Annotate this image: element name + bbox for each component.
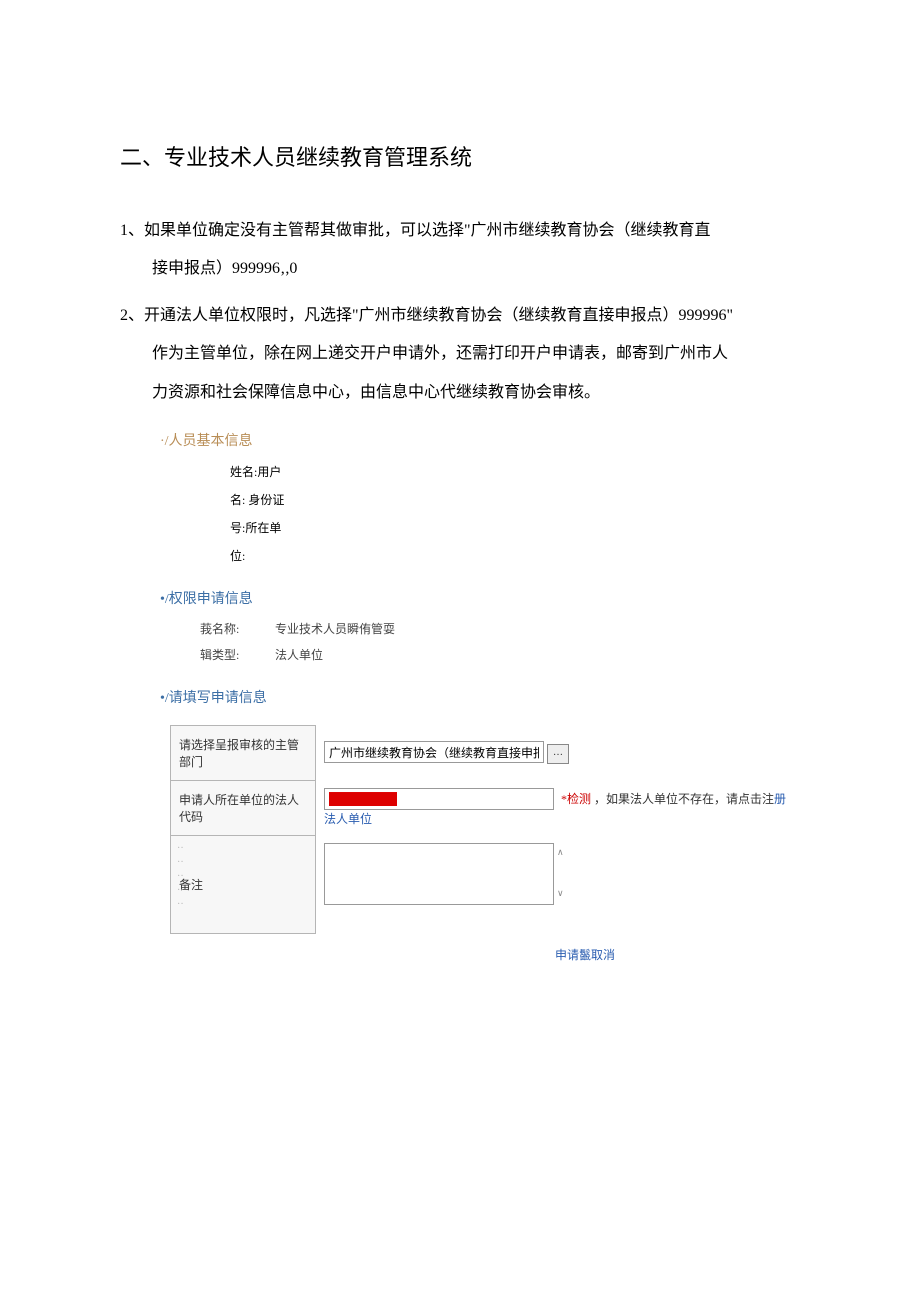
item-2-line1: 开通法人单位权限时，凡选择"广州市继续教育协会（继续教育直接申报点）999996… <box>144 307 733 324</box>
remark-textarea[interactable] <box>324 843 554 905</box>
basic-field-2: 号:所在单 <box>230 514 800 542</box>
basic-field-1: 名: 身份证 <box>230 486 800 514</box>
code-label: 申请人所在单位的法人代码 <box>171 780 316 835</box>
item-1-line2: 接申报点）999996‚,0 <box>120 250 800 288</box>
section-fill-title: •/请填写申请信息 <box>120 687 800 707</box>
hint-text: ，如果法人单位不存在，请点击注 <box>594 792 774 806</box>
code-input[interactable] <box>324 788 554 810</box>
dotted-decoration: ·········· <box>177 842 184 912</box>
item-2-line3: 力资源和社会保障信息中心，由信息中心代继续教育协会审核。 <box>120 374 800 412</box>
basic-info-block: 姓名:用户 名: 身份证 号:所在单 位: <box>120 458 800 570</box>
auth-value-1: 法人单位 <box>275 642 323 668</box>
item-2-line2: 作为主管单位，除在网上递交开户申请外，还需打印开户申请表，邮寄到广州市人 <box>120 335 800 373</box>
submit-cancel-link[interactable]: 申请鬣取消 <box>555 948 615 962</box>
dept-picker-button[interactable]: … <box>547 744 569 764</box>
verify-link[interactable]: *检测 <box>561 792 591 806</box>
section-auth-info-title: •/权限申请信息 <box>120 588 800 608</box>
page-heading: 二、专业技术人员继续教育管理系统 <box>120 140 800 172</box>
item-1-line1: 如果单位确定没有主管帮其做审批，可以选择"广州市继续教育协会（继续教育直 <box>144 222 711 239</box>
item-2-num: 2、 <box>120 307 144 324</box>
basic-field-0: 姓名:用户 <box>230 458 800 486</box>
form-row-code: 申请人所在单位的法人代码 *检测 ，如果法人单位不存在，请点击注册法人单位 <box>171 780 800 835</box>
form-table: 请选择呈报审核的主管部门 … 申请人所在单位的法人代码 *检测 ，如果法人单位不… <box>170 725 800 934</box>
application-form: 请选择呈报审核的主管部门 … 申请人所在单位的法人代码 *检测 ，如果法人单位不… <box>120 725 800 963</box>
auth-label-0: 莪名称: <box>200 616 260 642</box>
action-row: 申请鬣取消 <box>170 946 800 963</box>
form-row-dept: 请选择呈报审核的主管部门 … <box>171 725 800 780</box>
instruction-item-1: 1、如果单位确定没有主管帮其做审批，可以选择"广州市继续教育协会（继续教育直 接… <box>120 212 800 289</box>
item-1-num: 1、 <box>120 222 144 239</box>
form-row-remark: ·········· 备注 ∧∨ <box>171 835 800 933</box>
textarea-scroll-icon: ∧∨ <box>557 843 571 929</box>
section-basic-info-title: ·/人员基本信息 <box>120 430 800 450</box>
dept-label: 请选择呈报审核的主管部门 <box>171 725 316 780</box>
auth-value-0: 专业技术人员瞬侑管耍 <box>275 616 395 642</box>
auth-info-block: 莪名称: 专业技术人员瞬侑管耍 辑类型: 法人单位 <box>120 616 800 669</box>
dept-input[interactable] <box>324 741 544 763</box>
auth-label-1: 辑类型: <box>200 642 260 668</box>
instruction-item-2: 2、开通法人单位权限时，凡选择"广州市继续教育协会（继续教育直接申报点）9999… <box>120 297 800 412</box>
basic-field-3: 位: <box>230 542 800 570</box>
